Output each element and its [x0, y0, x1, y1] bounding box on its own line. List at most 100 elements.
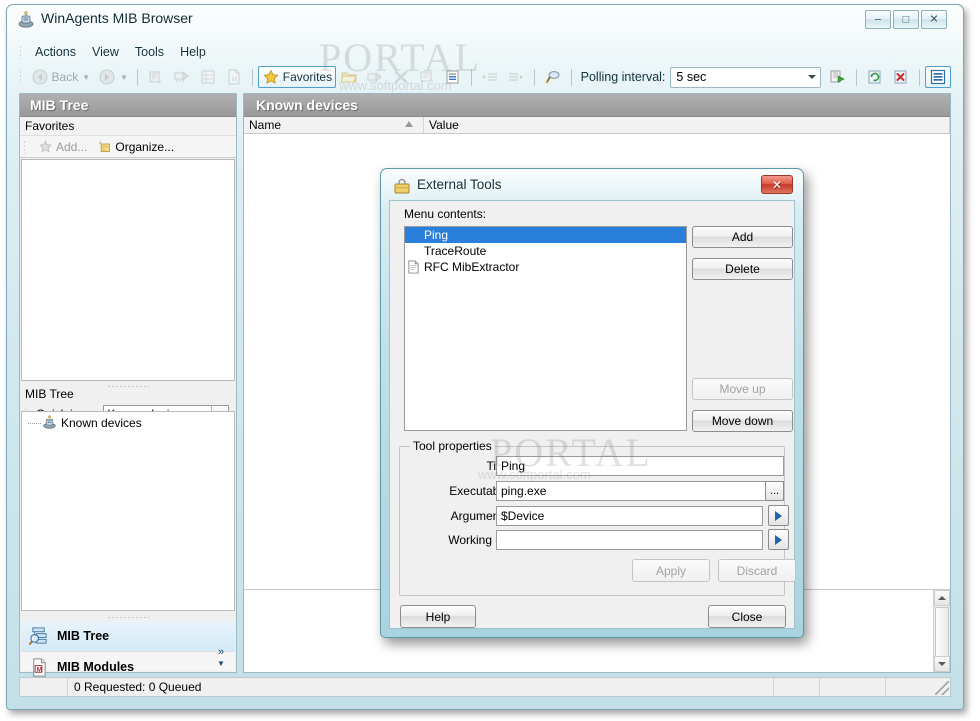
maximize-button[interactable]: □	[893, 10, 919, 29]
menu-help[interactable]: Help	[172, 43, 214, 61]
favorites-label: Favorites	[282, 70, 333, 84]
favorites-organize-label: Organize...	[115, 139, 175, 154]
report-button[interactable]	[440, 66, 466, 88]
add-button[interactable]: Add	[692, 226, 793, 248]
nav-button-mib-tree[interactable]: MIB Tree	[21, 621, 235, 652]
nav-label-mib-tree: MIB Tree	[57, 629, 110, 643]
arguments-insert-button[interactable]	[768, 505, 789, 526]
chevron-down-icon[interactable]	[808, 75, 817, 79]
apply-button[interactable]: Apply	[632, 559, 710, 582]
refresh-button[interactable]	[862, 66, 888, 88]
menu-view[interactable]: View	[84, 43, 127, 61]
close-button[interactable]: ✕	[921, 10, 947, 29]
list-item-icon-placeholder	[407, 228, 421, 242]
walk-button[interactable]	[143, 66, 169, 88]
executable-browse-button[interactable]: ...	[765, 481, 784, 501]
ping-tool-button[interactable]	[540, 66, 566, 88]
nav-label-mib-modules: MIB Modules	[57, 660, 135, 674]
maximize-icon: □	[902, 13, 910, 25]
polling-interval-combo[interactable]: 5 sec	[670, 66, 822, 88]
executable-field[interactable]: ping.exe	[496, 481, 784, 501]
walk-fast-button[interactable]	[169, 66, 195, 88]
column-header-value[interactable]: Value	[424, 117, 950, 133]
tool-properties-group: Tool properties Title: Ping Executable: …	[399, 430, 796, 596]
walk-icon	[147, 68, 165, 86]
move-down-button[interactable]: Move down	[692, 410, 793, 432]
star-icon	[262, 68, 280, 86]
resize-grip-icon[interactable]	[935, 681, 949, 695]
scroll-up-button[interactable]	[934, 590, 950, 606]
favorites-add-button[interactable]: Add...	[35, 138, 90, 155]
working-dir-insert-button[interactable]	[768, 529, 789, 550]
toolbar-separator-7	[919, 68, 921, 86]
arguments-field[interactable]: $Device	[496, 506, 763, 526]
minimize-button[interactable]: –	[865, 10, 891, 29]
delete-mib-button[interactable]	[388, 66, 414, 88]
mib-tree-view[interactable]: Known devices	[21, 411, 235, 611]
discard-button-label: Discard	[736, 563, 778, 578]
menu-grip[interactable]	[19, 45, 22, 59]
dialog-close-icon: ✕	[771, 177, 783, 192]
toolbar-separator-6	[856, 68, 858, 86]
back-arrow-icon	[31, 68, 49, 86]
indent-out-button[interactable]	[503, 66, 529, 88]
cancel-icon	[892, 68, 910, 86]
tools-list[interactable]: Ping TraceRoute RFC MibExtractor	[404, 226, 687, 431]
favorites-list[interactable]	[21, 159, 235, 381]
start-polling-button[interactable]	[825, 66, 851, 88]
navigation-bar: MIB Tree M MIB Modules » ▼	[21, 621, 235, 683]
tool-properties-legend: Tool properties	[410, 439, 495, 453]
list-item-ping[interactable]: Ping	[405, 227, 686, 243]
polling-interval-label: Polling interval:	[580, 70, 666, 84]
triangle-up-icon	[938, 596, 946, 600]
left-panel-caption: MIB Tree	[20, 94, 236, 117]
mib-file-button[interactable]: M	[221, 66, 247, 88]
column-header-name[interactable]: Name	[244, 117, 424, 133]
favorites-organize-button[interactable]: Organize...	[94, 138, 177, 155]
tree-node-known-devices[interactable]: Known devices	[22, 412, 234, 430]
favorites-toolbar-grip[interactable]	[23, 139, 26, 154]
dialog-close-button[interactable]: ✕	[761, 175, 793, 194]
table-view-button[interactable]	[195, 66, 221, 88]
forward-dropdown-icon[interactable]: ▼	[120, 73, 128, 82]
working-dir-field[interactable]	[496, 530, 763, 550]
mib-modules-icon: M	[28, 657, 49, 678]
window-title: WinAgents MIB Browser	[41, 10, 193, 26]
menu-actions[interactable]: Actions	[27, 43, 84, 61]
list-item-traceroute[interactable]: TraceRoute	[405, 243, 686, 259]
document-icon	[407, 260, 421, 274]
log-panel-scrollbar[interactable]	[933, 590, 950, 672]
mib-compile-button[interactable]	[362, 66, 388, 88]
cancel-request-button[interactable]	[888, 66, 914, 88]
arrow-right-icon	[775, 510, 782, 521]
arrow-right-icon-2	[775, 534, 782, 545]
properties-button[interactable]	[414, 66, 440, 88]
close-button-label: Close	[731, 609, 763, 624]
delete-button-label: Delete	[725, 262, 760, 276]
indent-in-button[interactable]	[477, 66, 503, 88]
forward-button[interactable]: ▼	[94, 66, 132, 88]
help-button-label: Help	[425, 609, 451, 624]
open-folder-button[interactable]	[336, 66, 362, 88]
title-field[interactable]: Ping	[496, 456, 784, 476]
help-button[interactable]: Help	[400, 605, 476, 628]
mib-document-icon: M	[225, 68, 243, 86]
log-panel-button[interactable]	[925, 66, 952, 88]
menu-tools[interactable]: Tools	[127, 43, 172, 61]
scroll-down-button[interactable]	[934, 656, 950, 672]
toolbar-grip[interactable]	[19, 70, 22, 84]
nav-expand-button[interactable]: » ▼	[213, 647, 229, 669]
list-item-rfc-mibextractor[interactable]: RFC MibExtractor	[405, 259, 686, 275]
status-pane-requests: 0 Requested: 0 Queued	[68, 678, 774, 696]
dialog-close-action-button[interactable]: Close	[708, 605, 786, 628]
back-button[interactable]: Back ▼	[27, 66, 95, 88]
delete-button[interactable]: Delete	[692, 258, 793, 280]
table-icon	[199, 68, 217, 86]
panel-splitter-bottom[interactable]	[21, 613, 235, 621]
favorites-button[interactable]: Favorites	[257, 66, 337, 88]
discard-button[interactable]: Discard	[718, 559, 796, 582]
favorites-toolbar: Add... Organize...	[20, 136, 236, 158]
forward-arrow-icon	[98, 68, 116, 86]
move-up-button[interactable]: Move up	[692, 378, 793, 400]
back-dropdown-icon[interactable]: ▼	[82, 73, 90, 82]
